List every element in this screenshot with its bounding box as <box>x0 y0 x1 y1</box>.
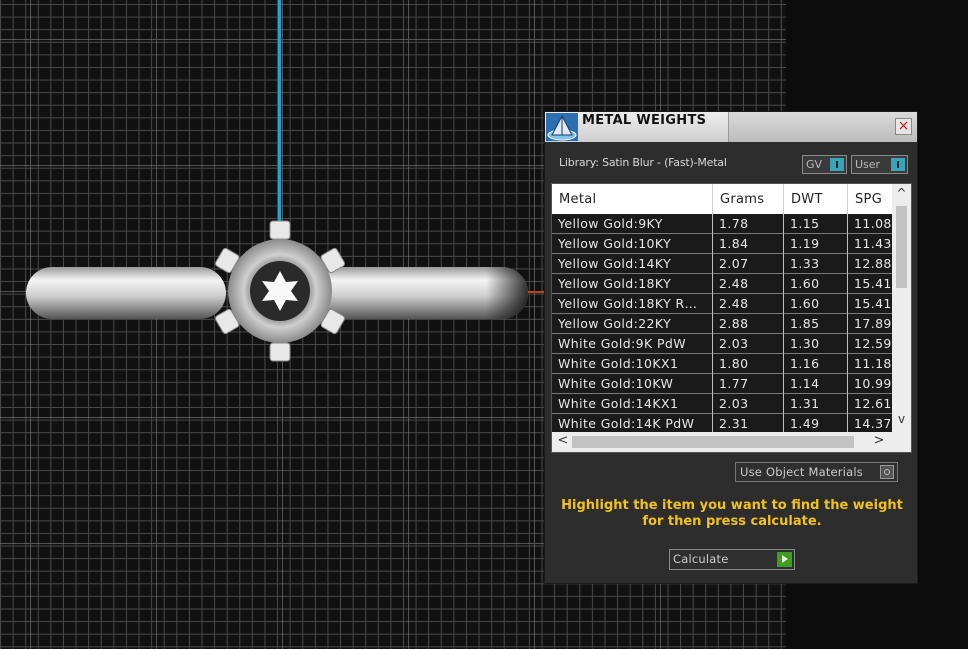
cell-grams: 2.48 <box>719 276 749 291</box>
cell-metal: White Gold:10KW <box>558 376 674 391</box>
user-toggle[interactable]: User <box>851 155 908 174</box>
user-toggle-label: User <box>855 158 881 171</box>
cell-dwt: 1.19 <box>790 236 820 251</box>
horizontal-scroll-thumb[interactable] <box>572 436 854 448</box>
horizontal-scrollbar[interactable]: < > <box>552 432 911 452</box>
cell-spg: 12.59 <box>854 336 892 351</box>
cell-spg: 11.43 <box>854 236 892 251</box>
gv-toggle-label: GV <box>806 158 823 171</box>
metal-weights-panel: METAL WEIGHTS × Library: Satin Blur - (F… <box>544 111 918 584</box>
column-header-metal[interactable]: Metal <box>559 192 596 207</box>
table-row[interactable]: Yellow Gold:9KY 1.78 1.15 11.08 <box>552 214 892 234</box>
vertical-scrollbar[interactable]: ^ v <box>892 184 911 432</box>
cell-dwt: 1.60 <box>790 276 820 291</box>
cell-grams: 2.88 <box>719 316 749 331</box>
library-label: Library: Satin Blur - (Fast)-Metal <box>559 156 727 169</box>
panel-title-tab: METAL WEIGHTS <box>545 112 729 142</box>
close-icon[interactable]: × <box>895 118 912 135</box>
cell-grams: 2.48 <box>719 296 749 311</box>
cell-metal: Yellow Gold:18KY R… <box>558 296 698 311</box>
cell-grams: 1.77 <box>719 376 749 391</box>
table-row[interactable]: White Gold:10KX1 1.80 1.16 11.18 <box>552 354 892 374</box>
scroll-right-icon[interactable]: > <box>870 433 888 451</box>
cell-grams: 2.03 <box>719 336 749 351</box>
cell-metal: White Gold:10KX1 <box>558 356 679 371</box>
toggle-switch-icon <box>891 158 905 171</box>
cell-grams: 1.80 <box>719 356 749 371</box>
calculate-button[interactable]: Calculate <box>669 549 795 570</box>
cell-grams: 1.78 <box>719 216 749 231</box>
cell-metal: Yellow Gold:22KY <box>558 316 672 331</box>
cell-spg: 11.18 <box>854 356 892 371</box>
play-icon <box>777 552 792 567</box>
cell-dwt: 1.30 <box>790 336 820 351</box>
toggle-switch-icon <box>830 158 844 171</box>
table-row[interactable]: Yellow Gold:10KY 1.84 1.19 11.43 <box>552 234 892 254</box>
panel-titlebar[interactable]: METAL WEIGHTS × <box>545 112 917 142</box>
column-header-dwt[interactable]: DWT <box>791 192 823 207</box>
cell-spg: 15.41 <box>854 296 892 311</box>
cell-spg: 12.88 <box>854 256 892 271</box>
cell-metal: Yellow Gold:14KY <box>558 256 672 271</box>
y-axis-line <box>278 0 281 225</box>
cell-spg: 12.61 <box>854 396 892 411</box>
table-row[interactable]: White Gold:9K PdW 2.03 1.30 12.59 <box>552 334 892 354</box>
pyramid-logo-icon <box>546 113 578 141</box>
table-row[interactable]: Yellow Gold:14KY 2.07 1.33 12.88 <box>552 254 892 274</box>
table-row[interactable]: White Gold:14KX1 2.03 1.31 12.61 <box>552 394 892 414</box>
cell-spg: 15.41 <box>854 276 892 291</box>
cell-dwt: 1.60 <box>790 296 820 311</box>
calculate-label: Calculate <box>673 552 729 566</box>
instructions-text: Highlight the item you want to find the … <box>555 498 909 530</box>
table-row[interactable]: Yellow Gold:22KY 2.88 1.85 17.89 <box>552 314 892 334</box>
cell-grams: 1.84 <box>719 236 749 251</box>
gv-toggle[interactable]: GV <box>802 155 847 174</box>
cell-metal: Yellow Gold:18KY <box>558 276 672 291</box>
cell-dwt: 1.85 <box>790 316 820 331</box>
table-header: Metal Grams DWT SPG <box>552 184 892 214</box>
column-header-grams[interactable]: Grams <box>720 192 764 207</box>
ring-model[interactable] <box>22 215 532 365</box>
cell-spg: 10.99 <box>854 376 892 391</box>
ring-head <box>214 220 346 362</box>
cell-dwt: 1.31 <box>790 396 820 411</box>
table-row[interactable]: Yellow Gold:18KY R… 2.48 1.60 15.41 <box>552 294 892 314</box>
cell-metal: Yellow Gold:10KY <box>558 236 672 251</box>
scroll-up-icon[interactable]: ^ <box>894 186 909 204</box>
table-row[interactable]: White Gold:14K PdW 2.31 1.49 14.37 <box>552 414 892 432</box>
cell-metal: Yellow Gold:9KY <box>558 216 663 231</box>
instructions-line-2: for then press calculate. <box>642 514 822 529</box>
scroll-left-icon[interactable]: < <box>554 433 572 451</box>
instructions-line-1: Highlight the item you want to find the … <box>561 498 903 513</box>
scroll-down-icon[interactable]: v <box>894 412 909 430</box>
cell-spg: 14.37 <box>854 416 892 431</box>
metal-weights-table: Metal Grams DWT SPG Yellow Gold:9KY 1.78… <box>551 183 912 453</box>
cell-dwt: 1.33 <box>790 256 820 271</box>
column-header-spg[interactable]: SPG <box>855 192 882 207</box>
cell-dwt: 1.16 <box>790 356 820 371</box>
cell-dwt: 1.15 <box>790 216 820 231</box>
cell-dwt: 1.49 <box>790 416 820 431</box>
use-object-materials-label: Use Object Materials <box>740 465 863 479</box>
cell-grams: 2.03 <box>719 396 749 411</box>
cell-metal: White Gold:9K PdW <box>558 336 687 351</box>
use-object-materials-option[interactable]: Use Object Materials <box>735 462 898 482</box>
vertical-scroll-thumb[interactable] <box>896 206 907 288</box>
cell-grams: 2.07 <box>719 256 749 271</box>
panel-title: METAL WEIGHTS <box>582 113 707 128</box>
cell-spg: 11.08 <box>854 216 892 231</box>
cell-metal: White Gold:14K PdW <box>558 416 695 431</box>
cell-grams: 2.31 <box>719 416 749 431</box>
cell-dwt: 1.14 <box>790 376 820 391</box>
table-row[interactable]: Yellow Gold:18KY 2.48 1.60 15.41 <box>552 274 892 294</box>
cell-spg: 17.89 <box>854 316 892 331</box>
table-body: Yellow Gold:9KY 1.78 1.15 11.08 Yellow G… <box>552 214 892 432</box>
cell-metal: White Gold:14KX1 <box>558 396 679 411</box>
table-row[interactable]: White Gold:10KW 1.77 1.14 10.99 <box>552 374 892 394</box>
radio-icon[interactable] <box>880 465 894 479</box>
